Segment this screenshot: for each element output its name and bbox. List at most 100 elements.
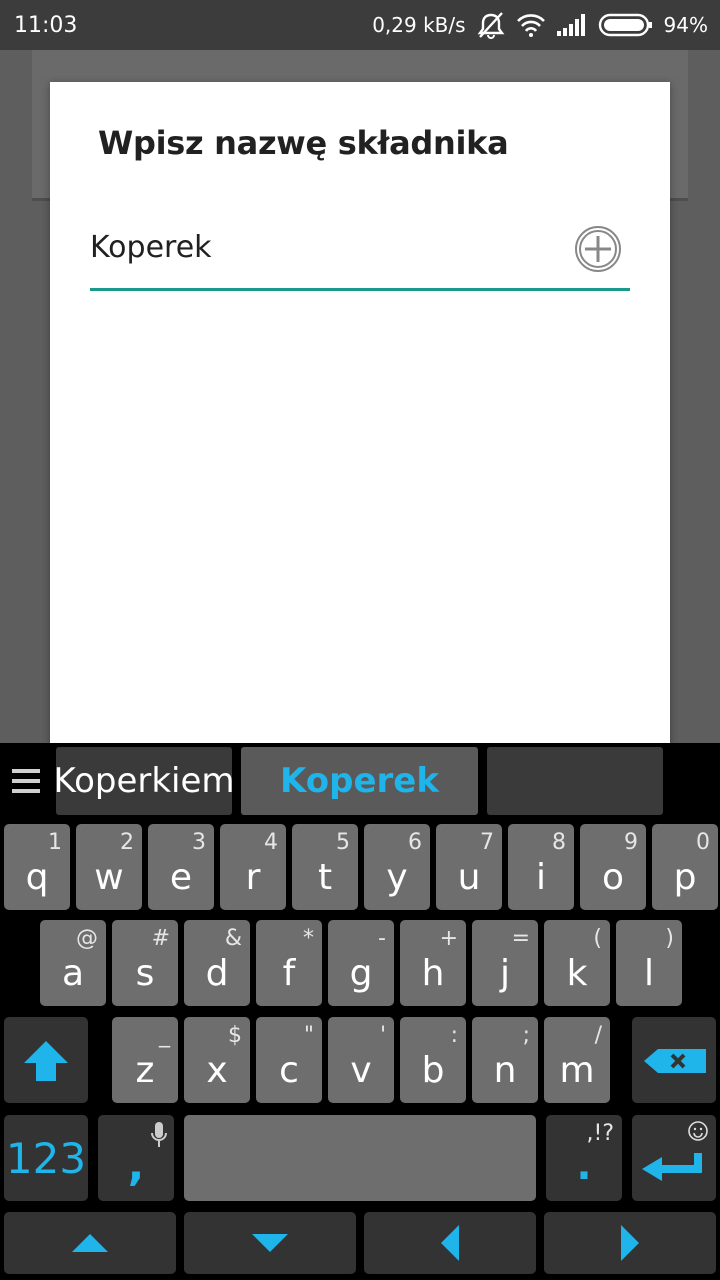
status-time: 11:03 [14, 13, 78, 38]
key-q[interactable]: 1q [4, 824, 70, 910]
key-label: w [94, 857, 124, 898]
key-r[interactable]: 4r [220, 824, 286, 910]
key-f[interactable]: * f [256, 920, 322, 1006]
key-alt-label: # [151, 926, 170, 951]
comma-key[interactable]: , [98, 1115, 174, 1201]
key-b[interactable]: :b [400, 1017, 466, 1103]
key-label: y [386, 857, 408, 898]
key-alt-label: 4 [264, 830, 278, 855]
key-label: p [673, 857, 697, 898]
key-alt-label: @ [76, 926, 98, 951]
key-t[interactable]: 5t [292, 824, 358, 910]
key-alt-label: 7 [480, 830, 494, 855]
key-alt-label: 9 [624, 830, 638, 855]
key-j[interactable]: = j [472, 920, 538, 1006]
key-alt-label: = [511, 926, 530, 951]
status-bar: 11:03 0,29 kB/s 94% [0, 0, 720, 50]
key-label: s [135, 953, 155, 994]
key-i[interactable]: 8i [508, 824, 574, 910]
key-s[interactable]: # s [112, 920, 178, 1006]
key-label: b [421, 1050, 445, 1091]
alarm-off-icon [476, 11, 506, 39]
backspace-key[interactable] [632, 1017, 716, 1103]
key-v[interactable]: ' v [328, 1017, 394, 1103]
add-circle-icon[interactable] [574, 225, 622, 273]
key-label: o [601, 857, 625, 898]
key-alt-label: 5 [336, 830, 350, 855]
key-label: t [317, 857, 333, 898]
key-label: g [349, 953, 373, 994]
key-x[interactable]: $ x [184, 1017, 250, 1103]
battery-percent: 94% [663, 13, 708, 37]
key-e[interactable]: 3e [148, 824, 214, 910]
key-label: d [205, 953, 229, 994]
key-label: z [135, 1050, 155, 1091]
key-n[interactable]: ; n [472, 1017, 538, 1103]
comma-key-label: , [127, 1140, 145, 1191]
numbers-key[interactable]: 123 [4, 1115, 88, 1201]
cursor-down-key[interactable] [184, 1212, 356, 1274]
key-l[interactable]: ) l [616, 920, 682, 1006]
key-g[interactable]: -g [328, 920, 394, 1006]
key-alt-label: 2 [120, 830, 134, 855]
ingredient-name-field[interactable]: Koperek [90, 222, 630, 291]
key-alt-label: ) [665, 926, 674, 951]
space-key[interactable] [184, 1115, 536, 1201]
period-key[interactable]: ,!? . [546, 1115, 622, 1201]
key-label: n [493, 1050, 517, 1091]
key-alt-label: _ [159, 1023, 170, 1048]
key-d[interactable]: & d [184, 920, 250, 1006]
key-a[interactable]: @ a [40, 920, 106, 1006]
key-label: q [25, 857, 49, 898]
suggestion-3[interactable] [487, 747, 663, 815]
key-alt-label: / [594, 1023, 602, 1048]
signal-icon [556, 13, 588, 37]
key-label: a [61, 953, 85, 994]
key-c[interactable]: " c [256, 1017, 322, 1103]
key-alt-label: ' [379, 1023, 386, 1048]
key-label: k [566, 953, 588, 994]
key-alt-label: + [439, 926, 458, 951]
key-label: i [535, 857, 546, 898]
key-label: l [643, 953, 654, 994]
key-alt-label: - [378, 926, 386, 951]
key-m[interactable]: / m [544, 1017, 610, 1103]
dialog-title: Wpisz nazwę składnika [98, 124, 509, 162]
cursor-up-key[interactable] [4, 1212, 176, 1274]
backspace-icon [644, 1049, 706, 1073]
wifi-icon [516, 13, 546, 37]
numbers-key-label: 123 [5, 1133, 87, 1183]
key-k[interactable]: (k [544, 920, 610, 1006]
key-w[interactable]: 2w [76, 824, 142, 910]
arrow-right-icon [621, 1225, 639, 1261]
key-alt-label: " [303, 1023, 314, 1048]
key-alt-label: * [303, 926, 314, 951]
ingredient-dialog: Wpisz nazwę składnika Koperek [50, 82, 670, 744]
key-alt-label: $ [228, 1023, 242, 1048]
key-label: e [169, 857, 193, 898]
suggestion-1[interactable]: Koperkiem [53, 747, 235, 815]
cursor-right-key[interactable] [544, 1212, 716, 1274]
key-p[interactable]: 0p [652, 824, 718, 910]
key-label: h [421, 953, 445, 994]
ingredient-name-input[interactable]: Koperek [90, 230, 212, 265]
key-h[interactable]: + h [400, 920, 466, 1006]
key-o[interactable]: 9o [580, 824, 646, 910]
key-label: j [499, 953, 510, 994]
key-label: f [282, 953, 296, 994]
key-alt-label: 6 [408, 830, 422, 855]
key-alt-label: ; [522, 1023, 530, 1048]
key-y[interactable]: 6y [364, 824, 430, 910]
suggestion-2[interactable]: Koperek [241, 747, 478, 815]
key-label: v [350, 1050, 372, 1091]
enter-key[interactable] [632, 1115, 716, 1201]
shift-key[interactable] [4, 1017, 88, 1103]
key-u[interactable]: 7u [436, 824, 502, 910]
menu-icon[interactable] [10, 761, 42, 801]
key-alt-label: & [224, 926, 242, 951]
cursor-left-key[interactable] [364, 1212, 536, 1274]
key-alt-label: ( [593, 926, 602, 951]
key-alt-label: 1 [48, 830, 62, 855]
key-label: x [206, 1050, 228, 1091]
key-z[interactable]: _ z [112, 1017, 178, 1103]
